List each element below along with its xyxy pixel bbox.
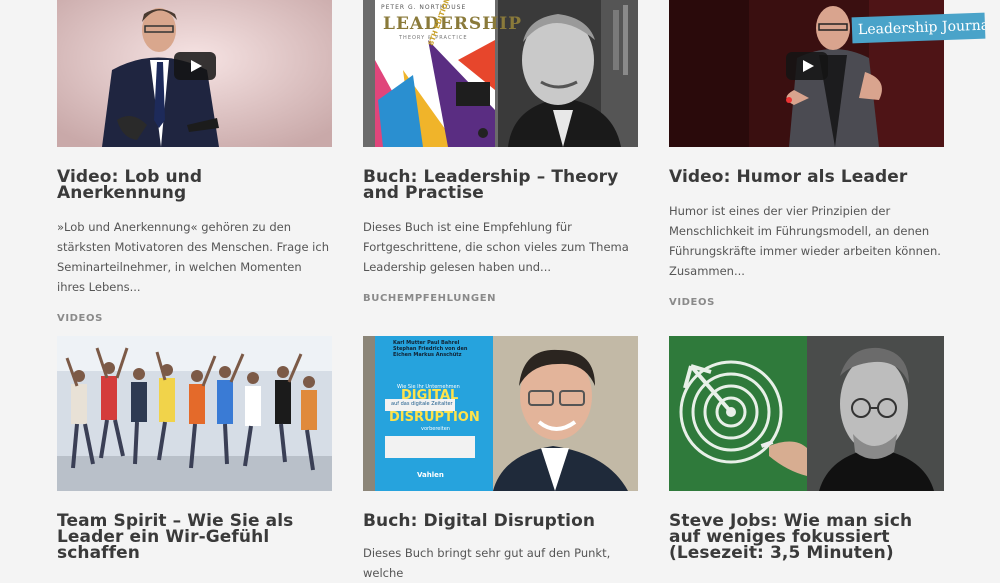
post-card: Video: Lob und Anerkennung »Lob und Aner… [57, 0, 332, 324]
play-icon[interactable] [785, 52, 828, 81]
post-card: Steve Jobs: Wie man sich auf weniges fok… [669, 336, 944, 562]
post-card: PETER G. NORTHOUSE LEADERSHIP THEORY & P… [363, 0, 638, 304]
post-title[interactable]: Buch: Leadership – Theory and Practise [363, 169, 638, 202]
post-title[interactable]: Video: Humor als Leader [669, 169, 944, 186]
book-line-2: auf das digitale Zeitalter [391, 401, 453, 407]
post-thumbnail[interactable] [57, 336, 332, 491]
play-icon[interactable] [173, 52, 216, 81]
post-excerpt: Humor ist eines der vier Prinzipien der … [669, 204, 941, 278]
post-excerpt: Dieses Buch bringt sehr gut auf den Punk… [363, 546, 611, 580]
post-card: Video: Humor als Leader Humor ist eines … [669, 0, 944, 308]
post-title[interactable]: Video: Lob und Anerkennung [57, 169, 332, 202]
post-thumbnail[interactable]: Karl Mutter Paul Bahrel Stephan Friedric… [363, 336, 638, 491]
post-category[interactable]: BUCHEMPFEHLUNGEN [363, 293, 638, 304]
post-title[interactable]: Buch: Digital Disruption [363, 513, 638, 530]
post-thumbnail[interactable]: PETER G. NORTHOUSE LEADERSHIP THEORY & P… [363, 0, 638, 147]
book-title-2: DISRUPTION [389, 410, 480, 425]
post-excerpt: »Lob und Anerkennung« gehören zu den stä… [57, 220, 329, 294]
post-title[interactable]: Team Spirit – Wie Sie als Leader ein Wir… [57, 513, 332, 562]
book-publisher: Vahlen [417, 471, 444, 479]
book-title: LEADERSHIP [383, 14, 523, 34]
post-title[interactable]: Steve Jobs: Wie man sich auf weniges fok… [669, 513, 944, 562]
post-category[interactable]: VIDEOS [669, 297, 944, 308]
post-card: Team Spirit – Wie Sie als Leader ein Wir… [57, 336, 332, 562]
book-authors: Karl Mutter Paul Bahrel Stephan Friedric… [393, 340, 468, 358]
post-card: Karl Mutter Paul Bahrel Stephan Friedric… [363, 336, 638, 583]
post-thumbnail[interactable] [57, 0, 332, 147]
post-category[interactable]: VIDEOS [57, 313, 332, 324]
book-line-3: vorbereiten [421, 426, 450, 432]
book-author: PETER G. NORTHOUSE [381, 4, 467, 11]
site-logo[interactable]: Leadership Journal [851, 12, 986, 44]
post-excerpt: Dieses Buch ist eine Empfehlung für Fort… [363, 220, 629, 274]
post-thumbnail[interactable] [669, 336, 944, 491]
